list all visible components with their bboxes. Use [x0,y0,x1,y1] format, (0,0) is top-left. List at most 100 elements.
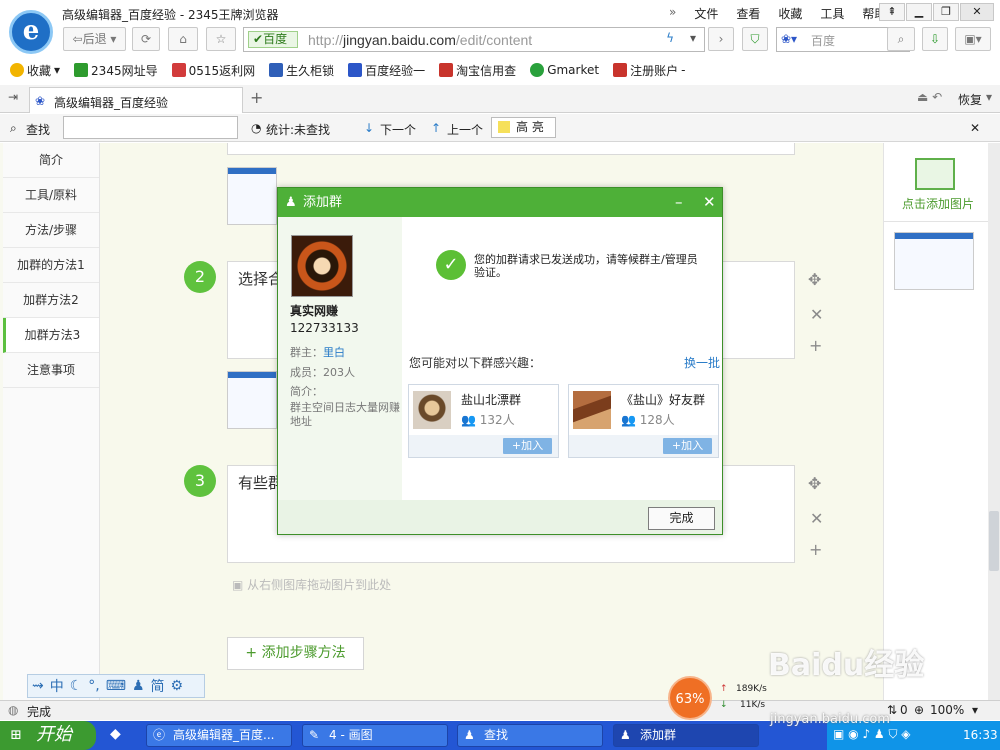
bookmark-2345[interactable]: 2345网址导 [74,62,158,79]
url-bar[interactable]: ✔百度 http://jingyan.baidu.com/edit/conten… [243,27,705,52]
menu-collapse-icon[interactable]: » [660,5,685,22]
recommended-group-card[interactable]: 盐山北漂群 👥 132人 +加入 [408,384,559,458]
outline-item-intro[interactable]: 简介 [3,143,99,178]
join-group-button[interactable]: +加入 [503,438,552,454]
menu-favorites[interactable]: 收藏 [769,5,811,22]
ime-logo-icon[interactable]: ⇝ [32,678,44,694]
start-button[interactable]: ⊞ 开始 [0,721,96,750]
back-button[interactable]: ⇦后退 ▾ [63,27,126,51]
find-prev-button[interactable]: 上一个 [447,121,483,138]
star-icon[interactable]: ☆ [206,27,236,51]
outline-item-steps[interactable]: 方法/步骤 [3,213,99,248]
outline-item-notes[interactable]: 注意事项 [3,353,99,388]
restore-tab-icon[interactable]: ⏏ ↶ [917,90,942,104]
join-group-button[interactable]: +加入 [663,438,712,454]
bookmark-jingyan[interactable]: 百度经验一 [348,62,425,79]
add-image-button[interactable]: 点击添加图片 [902,195,974,212]
tab-editor[interactable]: ❀ 高级编辑器_百度经验 ✕ [29,87,243,113]
moon-icon[interactable]: ☾ [70,678,83,694]
gallery-image-thumbnail[interactable] [894,232,974,290]
url-text[interactable]: http://jingyan.baidu.com/edit/content [308,32,532,48]
refresh-recommend-link[interactable]: 换一批 [684,354,720,371]
find-close-icon[interactable]: ✕ [970,121,980,135]
add-image-icon[interactable] [915,158,955,190]
find-next-button[interactable]: 下一个 [380,121,416,138]
task-add-group[interactable]: ♟ 添加群 [613,724,759,747]
add-icon[interactable]: + [809,336,822,355]
outline-item-method2[interactable]: 加群方法2 [3,283,99,318]
dialog-title: 添加群 [303,195,343,210]
punctuation-icon[interactable]: °, [88,678,99,694]
delete-icon[interactable]: ✕ [810,305,823,324]
bookmark-gmarket[interactable]: Gmarket [530,63,599,77]
group-card-name[interactable]: 《盐山》好友群 [621,391,705,408]
ime-mode-simplified[interactable]: 简 [151,676,165,696]
outline-item-method1[interactable]: 加群的方法1 [3,248,99,283]
tab-close-icon[interactable]: ✕ [54,93,236,107]
tools-icon[interactable]: ▣▾ [955,27,991,51]
task-browser[interactable]: ⓔ 高级编辑器_百度... [146,724,292,747]
sidebar-toggle-icon[interactable]: ⇥ [8,90,18,104]
move-icon[interactable]: ✥ [808,474,821,493]
user-icon[interactable]: ♟ [132,678,145,694]
menu-view[interactable]: 查看 [727,5,769,22]
delete-icon[interactable]: ✕ [810,509,823,528]
gear-icon[interactable]: ⚙ [171,678,184,694]
zoom-menu-icon[interactable]: ▾ [972,703,978,717]
tray-icons[interactable]: ▣ ◉ ♪ ♟ ⛉ ◈ [833,727,911,742]
search-engine-icon[interactable]: ❀▾ [781,32,797,46]
restore-tab-label[interactable]: 恢复 [958,91,982,108]
search-icon[interactable]: ⌕ [887,27,915,51]
lightning-icon[interactable]: ϟ [666,31,674,45]
skin-button[interactable]: ⇞ [879,3,905,21]
bookmark-lock[interactable]: 生久柜锁 [269,62,334,79]
add-step-button[interactable]: + 添加步骤方法 [227,637,364,670]
zoom-level[interactable]: 100% [930,703,964,717]
new-tab-button[interactable]: + [250,88,263,107]
zoom-icon[interactable]: ⊕ [914,703,924,717]
quicklaunch-icon[interactable]: ◆ [110,726,121,742]
page-scrollbar[interactable] [988,143,1000,700]
bookmark-favorites[interactable]: 收藏 ▾ [10,62,60,79]
group-card-name[interactable]: 盐山北漂群 [461,391,521,408]
outline-item-tools[interactable]: 工具/原料 [3,178,99,213]
tab-menu-icon[interactable]: ▾ [986,90,992,104]
add-icon[interactable]: + [809,540,822,559]
minimize-button[interactable]: ▁ [906,3,932,21]
bookmark-0515[interactable]: 0515返利网 [171,62,255,79]
close-button[interactable]: ✕ [960,3,994,21]
recommended-group-card[interactable]: 《盐山》好友群 👥 128人 +加入 [568,384,719,458]
security-badge[interactable]: ✔百度 [248,31,298,48]
find-input[interactable] [63,116,238,139]
owner-link[interactable]: 里白 [323,346,345,359]
download-icon[interactable]: ⇩ [922,27,948,51]
down-arrow-icon[interactable]: ↓ [364,121,374,135]
dropdown-icon[interactable]: ▾ [690,31,696,45]
done-button[interactable]: 完成 [648,507,715,530]
shield-icon[interactable]: ⛉ [742,27,768,51]
menu-file[interactable]: 文件 [685,5,727,22]
menu-tools[interactable]: 工具 [811,5,853,22]
step-box-previous[interactable] [227,143,795,155]
dialog-minimize-icon[interactable]: – [675,188,683,217]
dialog-close-icon[interactable]: ✕ [703,188,716,217]
bookmark-register[interactable]: 注册账户 - [613,62,685,79]
clock[interactable]: 16:33 [963,728,998,742]
home-icon[interactable]: ⌂ [168,27,198,51]
refresh-button[interactable]: ⟳ [132,27,160,51]
step-image-thumbnail[interactable] [227,167,277,225]
move-icon[interactable]: ✥ [808,270,821,289]
scrollbar-thumb[interactable] [989,511,999,571]
restore-button[interactable]: ❐ [933,3,959,21]
keyboard-icon[interactable]: ⌨ [106,678,126,694]
highlight-button[interactable]: 高 亮 [491,117,556,138]
up-arrow-icon[interactable]: ↑ [431,121,441,135]
ime-mode-chinese[interactable]: 中 [50,676,64,696]
go-forward-button[interactable]: › [708,27,734,51]
memory-ball[interactable]: 63% [668,676,712,720]
task-find[interactable]: ♟ 查找 [457,724,603,747]
bookmark-taobao[interactable]: 淘宝信用查 [439,62,516,79]
task-paint[interactable]: ✎ 4 - 画图 [302,724,448,747]
step-image-thumbnail[interactable] [227,371,277,429]
outline-item-method3[interactable]: 加群方法3 [3,318,99,353]
